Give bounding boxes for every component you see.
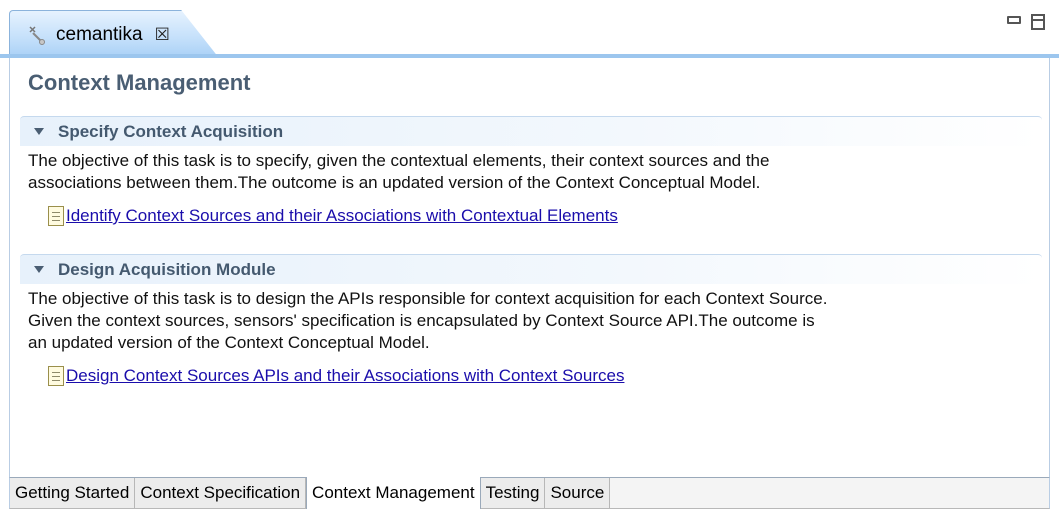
form-body: Context Management Specify Context Acqui… bbox=[9, 58, 1050, 477]
page-tabs: Getting Started Context Specification Co… bbox=[9, 477, 1050, 509]
tab-source[interactable]: Source bbox=[545, 478, 611, 508]
twisty-expanded-icon[interactable] bbox=[34, 128, 44, 135]
task-link-row: Identify Context Sources and their Assoc… bbox=[20, 206, 1042, 226]
section-title: Design Acquisition Module bbox=[58, 259, 276, 279]
twisty-expanded-icon[interactable] bbox=[34, 266, 44, 273]
description-line: an updated version of the Context Concep… bbox=[28, 333, 430, 352]
description-line: associations between them.The outcome is… bbox=[28, 173, 761, 192]
task-link-identify-context-sources[interactable]: Identify Context Sources and their Assoc… bbox=[66, 206, 618, 226]
tab-testing[interactable]: Testing bbox=[480, 478, 546, 508]
description-line: Given the context sources, sensors' spec… bbox=[28, 311, 815, 330]
cheatsheet-doc-icon bbox=[48, 206, 64, 226]
task-link-row: Design Context Sources APIs and their As… bbox=[20, 366, 1042, 386]
section-design-acquisition-module: Design Acquisition Module The objective … bbox=[20, 254, 1042, 386]
editor-tab-cemantika[interactable]: cemantika ☒ bbox=[9, 10, 219, 58]
description-line: The objective of this task is to design … bbox=[28, 289, 828, 308]
section-header[interactable]: Specify Context Acquisition bbox=[20, 116, 1042, 146]
editor-tab-strip: cemantika ☒ bbox=[0, 0, 1059, 58]
plugin-manifest-icon bbox=[29, 25, 45, 45]
section-description: The objective of this task is to design … bbox=[20, 288, 1042, 354]
tab-context-specification[interactable]: Context Specification bbox=[135, 478, 307, 508]
section-specify-context-acquisition: Specify Context Acquisition The objectiv… bbox=[20, 116, 1042, 226]
editor-window: cemantika ☒ Context Management Specify C… bbox=[0, 0, 1059, 511]
maximize-icon[interactable] bbox=[1031, 14, 1045, 30]
page-title: Context Management bbox=[28, 70, 251, 95]
section-header[interactable]: Design Acquisition Module bbox=[20, 254, 1042, 284]
tab-context-management[interactable]: Context Management bbox=[306, 477, 481, 509]
editor-tab-label: cemantika bbox=[56, 23, 143, 45]
section-title: Specify Context Acquisition bbox=[58, 121, 284, 141]
close-icon[interactable]: ☒ bbox=[155, 26, 170, 43]
section-description: The objective of this task is to specify… bbox=[20, 150, 1042, 194]
cheatsheet-doc-icon bbox=[48, 366, 64, 386]
description-line: The objective of this task is to specify… bbox=[28, 151, 770, 170]
tab-getting-started[interactable]: Getting Started bbox=[10, 478, 136, 508]
view-controls bbox=[1007, 14, 1045, 30]
task-link-design-context-sources-apis[interactable]: Design Context Sources APIs and their As… bbox=[66, 366, 624, 386]
minimize-icon[interactable] bbox=[1007, 16, 1021, 24]
